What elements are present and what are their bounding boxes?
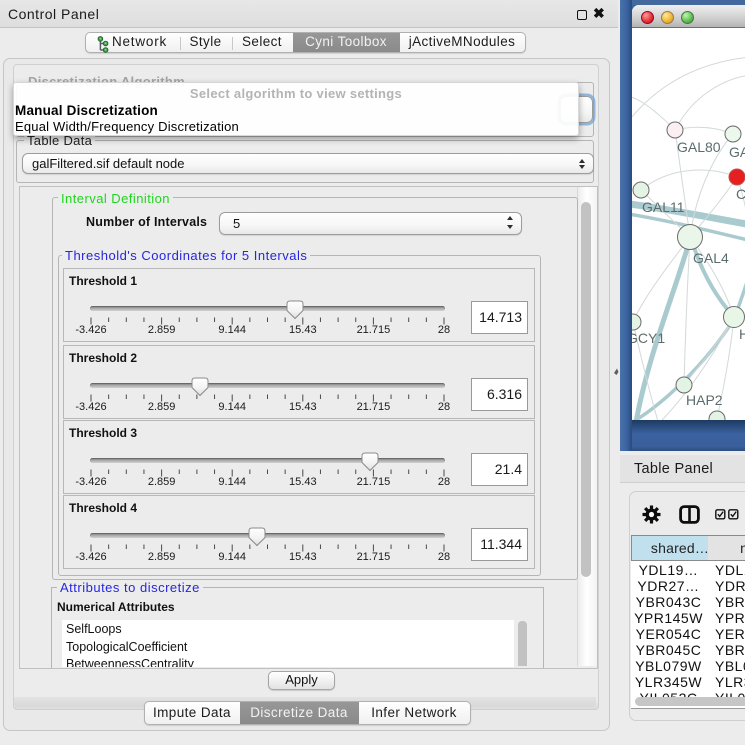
svg-text:HAP2: HAP2 — [686, 392, 723, 408]
svg-text:GAL11: GAL11 — [642, 199, 685, 215]
svg-text:GA: GA — [729, 144, 745, 160]
svg-text:GCY1: GCY1 — [632, 330, 665, 346]
svg-text:GAL4: GAL4 — [693, 250, 729, 266]
svg-text:C: C — [736, 186, 745, 202]
svg-text:H: H — [739, 326, 745, 342]
svg-text:GAL80: GAL80 — [677, 139, 721, 155]
